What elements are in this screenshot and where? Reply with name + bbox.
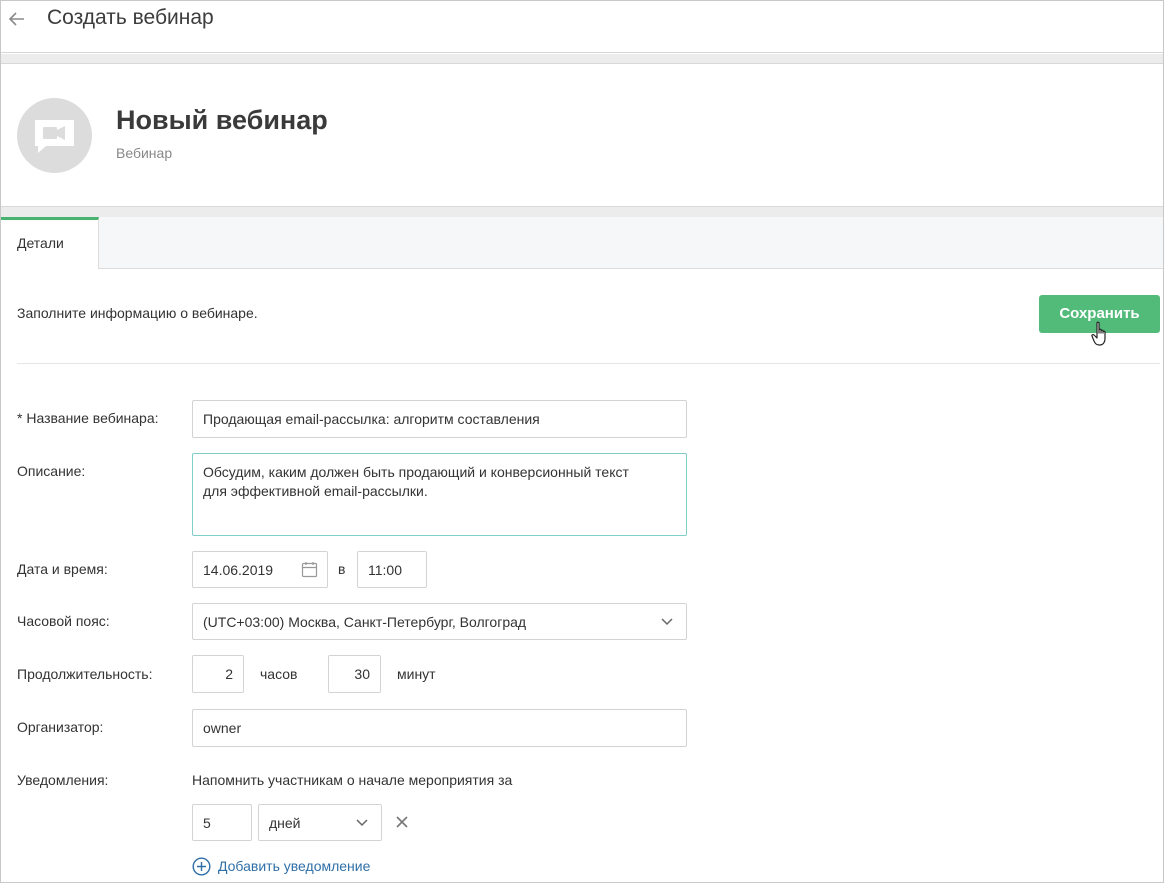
back-arrow-icon[interactable]	[7, 9, 27, 29]
hand-cursor-icon	[1091, 321, 1106, 346]
webinar-type: Вебинар	[116, 145, 173, 161]
timezone-label: Часовой пояс:	[17, 613, 110, 629]
description-label: Описание:	[17, 463, 86, 479]
calendar-icon[interactable]	[301, 561, 318, 578]
organizer-input[interactable]: owner	[192, 709, 687, 747]
date-value: 14.06.2019	[203, 561, 274, 578]
notify-amount-input[interactable]: 5	[192, 804, 252, 841]
add-circle-icon[interactable]	[192, 857, 211, 876]
duration-label: Продолжительность:	[17, 666, 153, 682]
avatar	[17, 98, 92, 173]
timezone-value: (UTC+03:00) Москва, Санкт-Петербург, Вол…	[203, 613, 527, 630]
hours-unit: часов	[260, 666, 298, 682]
date-input[interactable]: 14.06.2019	[192, 551, 328, 588]
time-input[interactable]: 11:00	[357, 551, 427, 588]
chevron-down-icon	[661, 617, 673, 625]
tab-details[interactable]: Детали	[1, 217, 99, 269]
minutes-input[interactable]: 30	[328, 655, 381, 693]
chevron-down-icon	[356, 818, 368, 826]
page-title: Создать вебинар	[47, 6, 214, 29]
tab-label: Детали	[17, 235, 64, 251]
webinar-name-input[interactable]: Продающая email-рассылка: алгоритм соста…	[192, 400, 687, 438]
organizer-label: Организатор:	[17, 719, 104, 735]
webinar-name-label: * Название вебинара:	[17, 410, 159, 426]
intro-text: Заполните информацию о вебинаре.	[17, 305, 258, 321]
webinar-profile: Новый вебинар Вебинар	[1, 65, 1163, 206]
close-icon[interactable]	[395, 815, 409, 829]
separator-band	[1, 206, 1163, 217]
divider	[17, 363, 1160, 364]
at-text: в	[338, 561, 346, 577]
notifications-text: Напомнить участникам о начале мероприяти…	[192, 772, 513, 788]
video-chat-icon	[35, 120, 74, 153]
hours-input[interactable]: 2	[192, 655, 244, 693]
app-window: Создать вебинар Новый вебинар Вебинар Де…	[0, 0, 1164, 883]
notifications-label: Уведомления:	[17, 772, 109, 788]
notify-unit-select[interactable]: дней	[258, 804, 382, 841]
add-notification-link[interactable]: Добавить уведомление	[218, 858, 370, 874]
description-textarea[interactable]: Обсудим, каким должен быть продающий и к…	[192, 453, 687, 536]
separator-band	[1, 54, 1163, 64]
datetime-label: Дата и время:	[17, 561, 108, 577]
webinar-name: Новый вебинар	[116, 105, 328, 135]
tab-bar: Детали	[1, 217, 1163, 269]
top-header: Создать вебинар	[1, 1, 1163, 53]
timezone-select[interactable]: (UTC+03:00) Москва, Санкт-Петербург, Вол…	[192, 603, 687, 640]
minutes-unit: минут	[397, 666, 436, 682]
notify-unit-value: дней	[269, 814, 301, 831]
